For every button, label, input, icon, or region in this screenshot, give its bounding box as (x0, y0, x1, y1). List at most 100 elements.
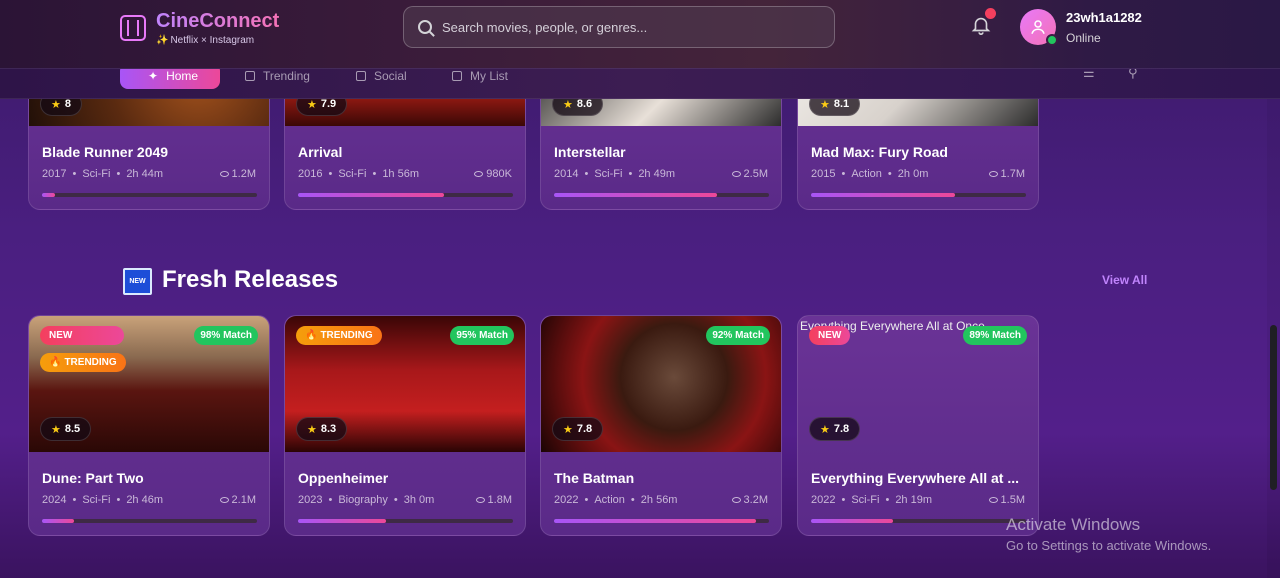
fire-icon: 🔥 (305, 330, 318, 341)
movie-year: 2022 (554, 494, 579, 506)
movie-duration: 2h 44m (126, 168, 164, 180)
rating-badge: ★ 8.3 (296, 417, 348, 441)
new-tag-label: NEW (49, 330, 73, 341)
separator: • (584, 494, 589, 506)
view-count: 2.1M (219, 494, 256, 506)
movie-genre: Action (851, 168, 882, 180)
trending-tag: 🔥 TRENDING (296, 326, 382, 345)
movie-year: 2022 (811, 494, 836, 506)
search-bar[interactable] (403, 6, 835, 48)
star-icon: ★ (820, 423, 830, 436)
separator: • (116, 168, 121, 180)
separator: • (887, 168, 892, 180)
movie-duration: 2h 19m (895, 494, 933, 506)
separator: • (116, 494, 121, 506)
film-icon (120, 15, 146, 41)
watch-progress (42, 519, 257, 523)
eye-icon (988, 497, 998, 503)
star-icon: ★ (820, 98, 830, 111)
view-count: 3.2M (731, 494, 768, 506)
separator: • (328, 494, 333, 506)
watch-progress (811, 193, 1026, 197)
eye-icon (474, 171, 484, 177)
rating-badge: ★ 7.8 (552, 417, 604, 441)
watch-progress-fill (811, 193, 956, 197)
users-icon (356, 71, 366, 81)
movie-genre: Action (594, 494, 625, 506)
match-badge: 95% Match (450, 326, 514, 345)
movie-meta: 2022 • Action • 2h 56m (554, 494, 677, 506)
trending-tag-label: TRENDING (320, 330, 373, 341)
star-icon: ★ (563, 98, 573, 111)
rating-value: 7.8 (833, 423, 850, 435)
view-count-value: 980K (486, 168, 512, 180)
trending-tag: 🔥 TRENDING (40, 353, 126, 372)
watch-progress-fill (554, 193, 718, 197)
tab-home[interactable]: ✦ Home (120, 69, 220, 89)
notification-dot (985, 8, 996, 19)
rating-value: 8 (64, 98, 71, 110)
movie-year: 2015 (811, 168, 836, 180)
tab-trending[interactable]: Trending (245, 69, 310, 89)
movie-meta: 2016 • Sci-Fi • 1h 56m (298, 168, 419, 180)
online-indicator (1046, 34, 1058, 46)
trending-icon (245, 71, 255, 81)
tab-social-label: Social (374, 69, 407, 83)
tab-social[interactable]: Social (356, 69, 407, 89)
view-count-value: 1.8M (487, 494, 512, 506)
filter-icon[interactable]: ⚲ (1128, 69, 1138, 81)
notifications-button[interactable] (970, 8, 996, 38)
movie-meta: 2015 • Action • 2h 0m (811, 168, 928, 180)
movie-meta: 2017 • Sci-Fi • 2h 44m (42, 168, 163, 180)
search-input[interactable] (442, 19, 812, 35)
sparkle-icon: ✨ (156, 35, 169, 46)
eye-icon (731, 497, 741, 503)
tab-my-list-label: My List (470, 69, 509, 83)
view-all-link[interactable]: View All (1102, 273, 1147, 287)
app-title: CineConnect (156, 10, 280, 32)
user-icon (1031, 20, 1045, 34)
view-count-value: 3.2M (743, 494, 768, 506)
app-logo[interactable]: CineConnect ✨ Netflix × Instagram (120, 10, 279, 46)
movie-title: Dune: Part Two (42, 470, 144, 486)
movie-genre: Sci-Fi (82, 494, 111, 506)
activation-watermark-title: Activate Windows (1006, 515, 1141, 534)
list-view-icon[interactable]: ☰ (1083, 69, 1095, 81)
movie-genre: Sci-Fi (594, 168, 623, 180)
movie-card[interactable]: 🔥 TRENDING 95% Match ★ 8.3 Oppenheimer 202… (284, 315, 526, 536)
separator: • (885, 494, 890, 506)
rating-badge: ★ 7.8 (809, 417, 861, 441)
scrollbar-thumb[interactable] (1270, 325, 1277, 490)
movie-year: 2023 (298, 494, 323, 506)
watch-progress (554, 519, 769, 523)
separator: • (630, 494, 635, 506)
movie-duration: 2h 49m (638, 168, 676, 180)
view-count-value: 2.5M (743, 168, 768, 180)
watch-progress (42, 193, 257, 197)
new-badge-icon: NEW (123, 268, 152, 295)
view-count: 1.8M (475, 494, 512, 506)
movie-title: Blade Runner 2049 (42, 144, 169, 160)
activation-watermark-subtitle: Go to Settings to activate Windows. (1006, 538, 1212, 553)
movie-year: 2014 (554, 168, 579, 180)
star-icon: ★ (563, 423, 573, 436)
star-icon: ★ (51, 423, 61, 436)
separator: • (372, 168, 377, 180)
app-subtitle: ✨ Netflix × Instagram (156, 35, 279, 46)
rating-value: 8.1 (833, 98, 850, 110)
movie-card[interactable]: 92% Match ★ 7.8 The Batman 2022 • Action • 2h… (540, 315, 782, 536)
separator: • (72, 168, 77, 180)
rating-value: 8.6 (576, 98, 593, 110)
movie-genre: Sci-Fi (82, 168, 111, 180)
movie-year: 2017 (42, 168, 67, 180)
separator: • (584, 168, 589, 180)
view-count-value: 1.5M (1000, 494, 1025, 506)
match-badge: 98% Match (194, 326, 258, 345)
nav-bar: ✦ Home Trending Social My List ☰ ⚲ (0, 68, 1280, 99)
tab-my-list[interactable]: My List (452, 69, 509, 89)
rating-value: 8.5 (64, 423, 81, 435)
movie-card[interactable]: NEW 🔥 TRENDING 98% Match ★ 8.5 Dune: Part … (28, 315, 270, 536)
movie-title: The Batman (554, 470, 635, 486)
movie-duration: 2h 56m (640, 494, 678, 506)
movie-card[interactable]: Everything Everywhere All at Once NEW 89… (797, 315, 1039, 536)
